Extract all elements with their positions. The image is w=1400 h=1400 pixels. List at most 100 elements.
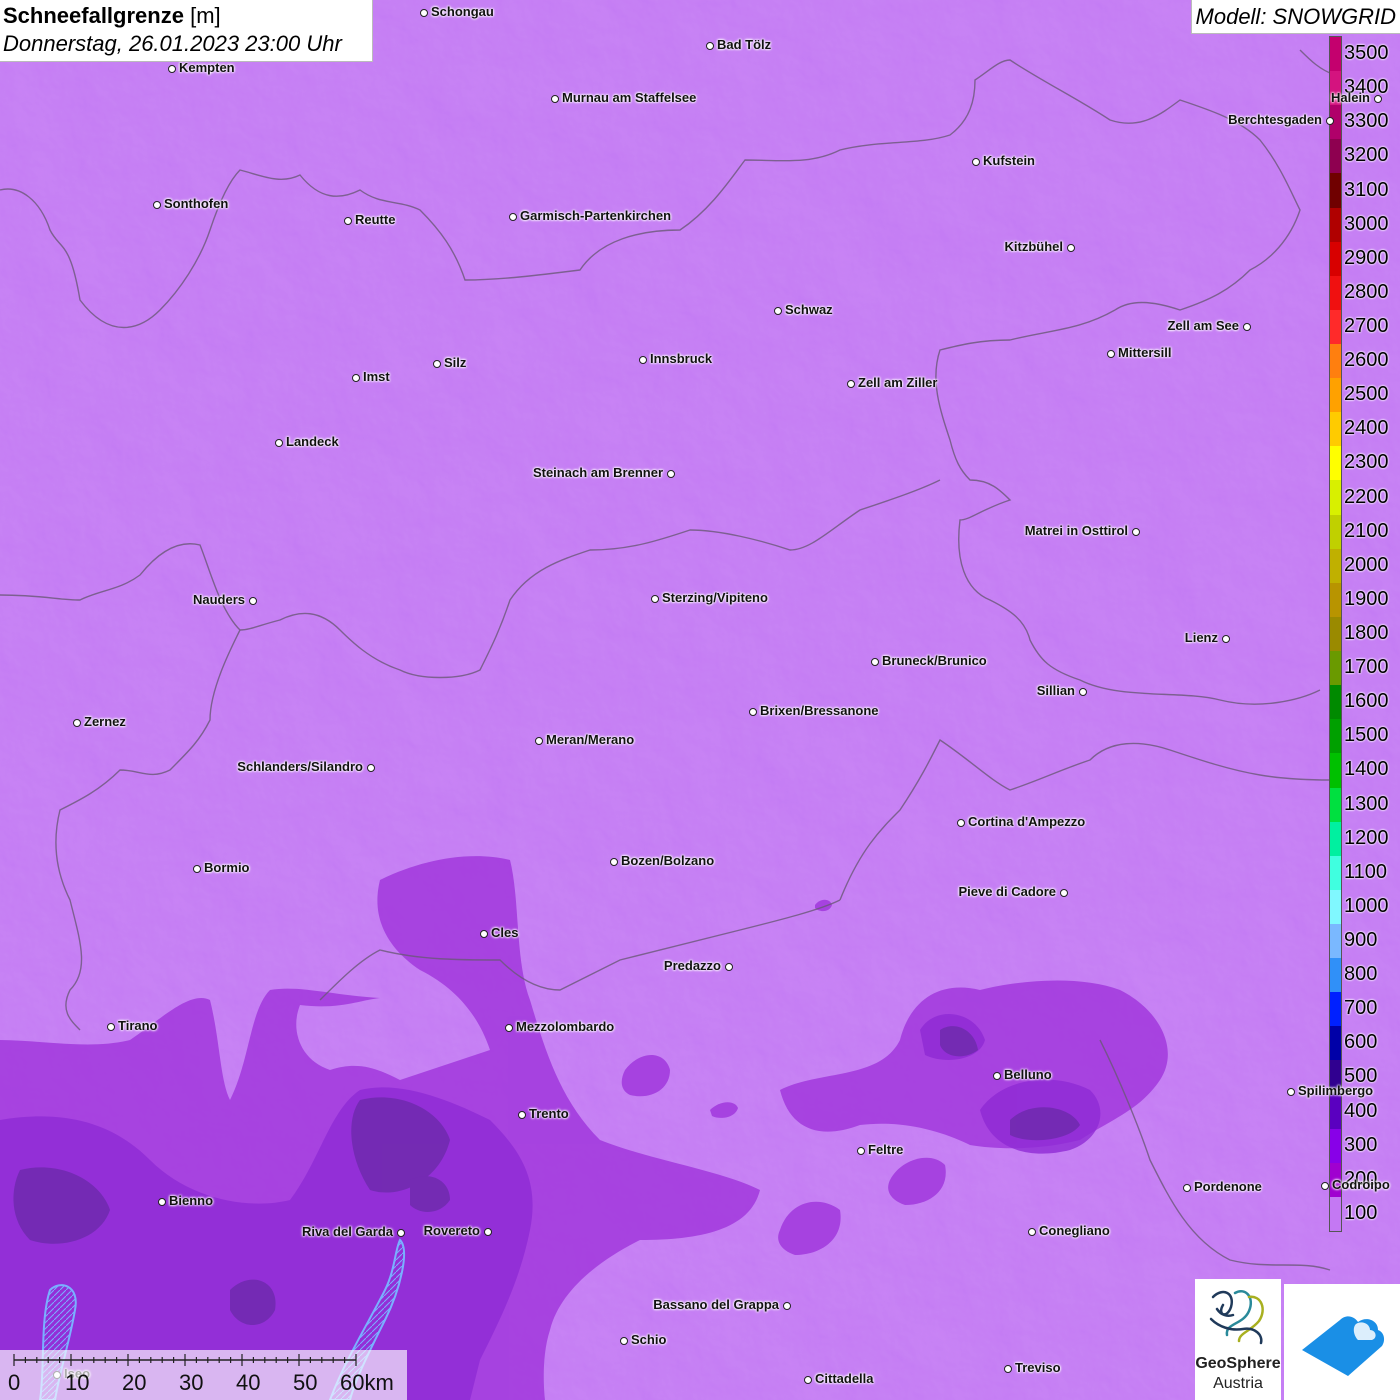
- city-label: Zell am Ziller: [858, 375, 938, 390]
- city-label: Brixen/Bressanone: [760, 703, 879, 718]
- city-dot-icon: [1028, 1228, 1036, 1236]
- snowgrid-logo: [1284, 1284, 1400, 1400]
- city-dot-icon: [1326, 117, 1334, 125]
- city-label: Bad Tölz: [717, 37, 772, 52]
- legend-swatch: [1330, 1128, 1341, 1164]
- city-label: Berchtesgaden: [1228, 112, 1322, 127]
- city-dot-icon: [1183, 1184, 1191, 1192]
- city-label: Kempten: [179, 60, 235, 75]
- scale-label: 40: [236, 1370, 261, 1395]
- city-label: Reutte: [355, 212, 396, 227]
- city-label: Codroipo: [1332, 1177, 1390, 1192]
- city-dot-icon: [420, 9, 428, 17]
- legend-swatch: [1330, 889, 1341, 925]
- city-label: Trento: [529, 1106, 569, 1121]
- city-dot-icon: [433, 360, 441, 368]
- legend-swatch: [1330, 719, 1341, 754]
- legend-swatch: [1330, 480, 1341, 516]
- scale-label: 30: [179, 1370, 204, 1395]
- city-label: Matrei in Osttirol: [1024, 523, 1128, 538]
- legend-swatch: [1330, 821, 1341, 857]
- legend-label: 1500: [1344, 724, 1389, 747]
- legend-swatch: [1330, 378, 1341, 413]
- legend-label: 2300: [1344, 451, 1389, 474]
- city-dot-icon: [1222, 635, 1230, 643]
- legend-swatch: [1330, 139, 1341, 174]
- city-dot-icon: [774, 307, 782, 315]
- legend-swatch: [1330, 548, 1341, 584]
- scale-bar: 0 10 20 30 40 50 60km: [0, 1350, 407, 1400]
- legend-label: 2000: [1344, 553, 1389, 576]
- city-label: Spilimbergo: [1298, 1083, 1374, 1098]
- legend-label: 2600: [1344, 349, 1389, 372]
- legend-label: 1600: [1344, 690, 1389, 713]
- legend-swatch: [1330, 275, 1341, 311]
- legend-label: 100: [1344, 1201, 1378, 1224]
- legend-label: 2800: [1344, 280, 1389, 303]
- city-dot-icon: [1107, 350, 1115, 358]
- city-label: Mittersill: [1118, 345, 1172, 360]
- city-dot-icon: [651, 595, 659, 603]
- city-label: Feltre: [868, 1142, 904, 1157]
- city-label: Innsbruck: [650, 351, 713, 366]
- legend-swatch: [1330, 241, 1341, 277]
- map-title-main: Schneefallgrenze: [3, 3, 184, 28]
- model-label: Modell: SNOWGRID: [1190, 0, 1400, 34]
- city-label: Bormio: [204, 860, 250, 875]
- map-title-unit: [m]: [190, 3, 221, 28]
- legend-swatch: [1330, 616, 1341, 652]
- city-label: Zell am See: [1167, 318, 1239, 333]
- geosphere-logo: GeoSphere Austria: [1195, 1279, 1281, 1400]
- city-label: Schlanders/Silandro: [237, 759, 363, 774]
- legend-swatch: [1330, 1094, 1341, 1130]
- city-dot-icon: [610, 858, 618, 866]
- city-dot-icon: [1321, 1182, 1329, 1190]
- city-label: Sonthofen: [164, 196, 229, 211]
- city-dot-icon: [972, 158, 980, 166]
- legend-swatch: [1330, 37, 1341, 72]
- legend-label: 900: [1344, 929, 1378, 952]
- scale-label: 60km: [340, 1370, 394, 1395]
- legend-swatch: [1330, 582, 1341, 618]
- city-dot-icon: [535, 737, 543, 745]
- city-dot-icon: [275, 439, 283, 447]
- legend-color-bar: [1329, 36, 1342, 1232]
- city-dot-icon: [783, 1302, 791, 1310]
- legend-label: 300: [1344, 1133, 1378, 1156]
- legend-swatch: [1330, 992, 1341, 1027]
- legend-label: 1200: [1344, 826, 1389, 849]
- city-label: Schongau: [431, 4, 494, 19]
- legend-swatch: [1330, 309, 1341, 345]
- city-label: Mezzolombardo: [516, 1019, 615, 1034]
- city-dot-icon: [153, 201, 161, 209]
- city-dot-icon: [1287, 1088, 1295, 1096]
- city-dot-icon: [706, 42, 714, 50]
- city-dot-icon: [397, 1229, 405, 1237]
- geosphere-text-line2: Austria: [1213, 1375, 1263, 1392]
- city-dot-icon: [509, 213, 517, 221]
- city-label: Nauders: [192, 592, 245, 607]
- city-dot-icon: [1004, 1365, 1012, 1373]
- scale-label: 20: [122, 1370, 147, 1395]
- scale-label: 50: [293, 1370, 318, 1395]
- legend-label: 3200: [1344, 144, 1389, 167]
- city-label: Murnau am Staffelsee: [562, 90, 697, 105]
- legend-label: 2200: [1344, 485, 1389, 508]
- legend-label: 400: [1344, 1099, 1378, 1122]
- city-dot-icon: [168, 65, 176, 73]
- city-dot-icon: [1079, 688, 1087, 696]
- legend-label: 1700: [1344, 656, 1389, 679]
- city-dot-icon: [505, 1024, 513, 1032]
- legend-swatch: [1330, 344, 1341, 379]
- scale-label: 10: [65, 1370, 90, 1395]
- title-box: Schneefallgrenze [m] Donnerstag, 26.01.2…: [0, 0, 373, 62]
- legend-label: 1300: [1344, 792, 1389, 815]
- city-label: Steinach am Brenner: [532, 465, 663, 480]
- city-label: Treviso: [1015, 1360, 1061, 1375]
- city-label: Imst: [363, 369, 390, 384]
- city-label: Tirano: [118, 1018, 158, 1033]
- city-label: Cortina d'Ampezzo: [968, 814, 1086, 829]
- legend-label: 1100: [1344, 860, 1388, 883]
- city-dot-icon: [1060, 889, 1068, 897]
- legend-label: 3100: [1344, 178, 1389, 201]
